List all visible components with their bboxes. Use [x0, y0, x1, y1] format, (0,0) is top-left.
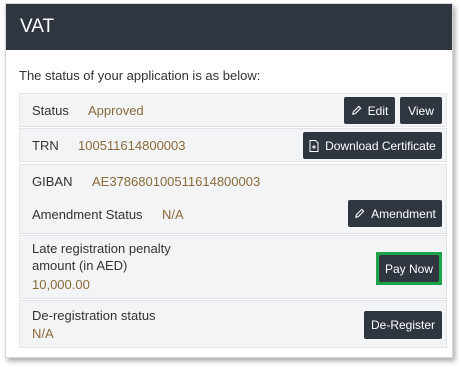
status-row: Status Approved Edit View	[19, 93, 447, 127]
intro-text: The status of your application is as bel…	[19, 68, 261, 83]
penalty-label-line2: amount (in AED)	[32, 258, 128, 273]
deregistration-status-label: De-registration status	[32, 308, 156, 323]
status-label: Status	[32, 103, 69, 118]
giban-label: GIBAN	[32, 174, 73, 189]
giban-amendment-row: GIBAN AE378680100511614800003 Amendment …	[19, 164, 447, 234]
deregistration-row: De-registration status N/A De-Register	[19, 300, 447, 348]
pencil-icon	[351, 105, 362, 116]
pay-now-button[interactable]: Pay Now	[379, 255, 439, 282]
deregistration-status-value: N/A	[32, 326, 54, 341]
view-button[interactable]: View	[400, 97, 442, 124]
trn-label: TRN	[32, 138, 59, 153]
status-value: Approved	[88, 103, 144, 118]
amendment-button[interactable]: Amendment	[348, 200, 442, 227]
penalty-value: 10,000.00	[32, 277, 90, 292]
vat-panel: VAT The status of your application is as…	[5, 3, 453, 358]
giban-value: AE378680100511614800003	[92, 174, 261, 189]
penalty-label-line1: Late registration penalty	[32, 241, 171, 256]
document-icon	[309, 139, 319, 152]
amendment-status-label: Amendment Status	[32, 207, 143, 222]
download-certificate-label: Download Certificate	[325, 138, 436, 153]
trn-value: 100511614800003	[78, 138, 186, 153]
amendment-status-value: N/A	[162, 207, 184, 222]
panel-title: VAT	[6, 4, 452, 50]
amendment-button-label: Amendment	[371, 206, 436, 221]
edit-button[interactable]: Edit	[344, 97, 395, 124]
trn-row: TRN 100511614800003 Download Certificate	[19, 128, 447, 162]
edit-button-label: Edit	[367, 103, 389, 118]
pay-now-highlight: Pay Now	[376, 252, 442, 285]
download-certificate-button[interactable]: Download Certificate	[303, 132, 442, 159]
deregister-button[interactable]: De-Register	[364, 311, 442, 339]
pencil-icon	[354, 208, 365, 219]
penalty-row: Late registration penalty amount (in AED…	[19, 235, 447, 299]
